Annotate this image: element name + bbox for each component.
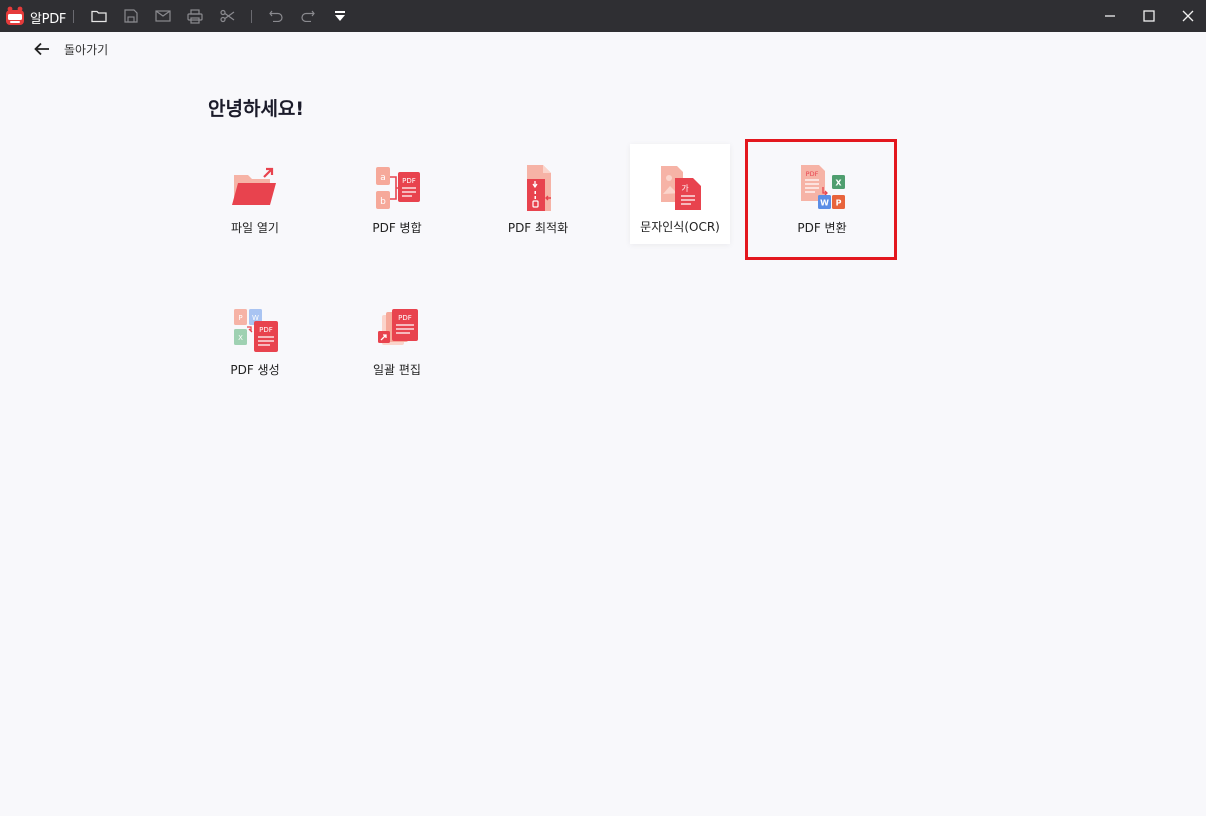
icon-pdf-text: PDF (259, 326, 273, 334)
batch-edit-label: 일괄 편집 (373, 363, 421, 377)
redo-icon[interactable] (299, 7, 317, 25)
icon-p-text: P (238, 314, 242, 322)
icon-pdf-text: PDF (398, 314, 412, 322)
back-button[interactable]: 돌아가기 (34, 40, 108, 58)
page-title: 안녕하세요! (208, 98, 305, 120)
pdf-create-label: PDF 생성 (230, 363, 280, 377)
open-folder-icon (232, 167, 276, 205)
pdf-create-tile[interactable]: P W X PDF PDF 생성 (205, 287, 305, 387)
folder-icon[interactable] (90, 7, 108, 25)
scissors-icon[interactable] (218, 7, 236, 25)
pdf-create-icon: P W X PDF (234, 309, 278, 352)
icon-ga-text: 가 (681, 184, 689, 193)
icon-letter-a: a (380, 173, 386, 183)
ocr-tile[interactable]: 가 문자인식(OCR) (630, 144, 730, 244)
title-bar: 알PDF (0, 0, 1206, 32)
pdf-compress-icon (527, 165, 551, 211)
icon-letter-b: b (380, 197, 386, 207)
icon-x-text: X (238, 334, 243, 342)
pdf-merge-icon: a b PDF (376, 167, 420, 209)
batch-edit-icon: PDF (378, 309, 418, 345)
arrow-left-icon (34, 42, 49, 56)
icon-w-text: W (252, 314, 259, 322)
app-logo-icon (6, 6, 24, 25)
maximize-icon[interactable] (1139, 6, 1159, 26)
app-name: 알PDF (30, 12, 67, 27)
ocr-label: 문자인식(OCR) (640, 220, 720, 234)
dropdown-icon[interactable] (331, 7, 349, 25)
print-icon[interactable] (186, 7, 204, 25)
pdf-merge-label: PDF 병합 (372, 221, 422, 235)
icon-pdf-text: PDF (402, 177, 416, 185)
ocr-icon: 가 (661, 166, 701, 210)
mail-icon[interactable] (154, 7, 172, 25)
open-file-tile[interactable]: 파일 열기 (205, 145, 305, 245)
pdf-merge-tile[interactable]: a b PDF PDF 병합 (347, 145, 447, 245)
undo-icon[interactable] (267, 7, 285, 25)
minimize-icon[interactable] (1100, 6, 1120, 26)
close-icon[interactable] (1178, 6, 1198, 26)
pdf-optimize-tile[interactable]: PDF 최적화 (488, 145, 588, 245)
toolbar-divider (73, 10, 74, 23)
toolbar-divider (251, 10, 252, 23)
save-icon[interactable] (122, 7, 140, 25)
selection-highlight (745, 139, 897, 260)
back-label: 돌아가기 (64, 42, 109, 57)
open-file-label: 파일 열기 (231, 221, 279, 235)
batch-edit-tile[interactable]: PDF 일괄 편집 (347, 287, 447, 387)
pdf-optimize-label: PDF 최적화 (507, 221, 569, 235)
